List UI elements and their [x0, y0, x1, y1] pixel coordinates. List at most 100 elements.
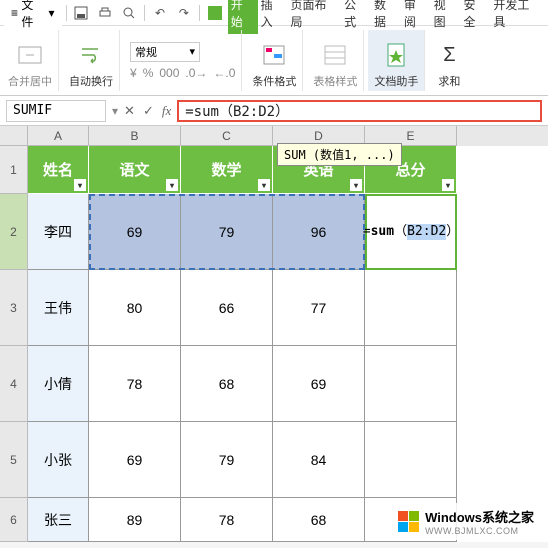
- tab-insert[interactable]: 插入: [258, 0, 288, 34]
- tab-developer[interactable]: 开发工具: [490, 0, 544, 34]
- undo-icon[interactable]: ↶: [149, 3, 171, 23]
- function-tooltip: SUM (数值1, ...): [277, 143, 402, 166]
- filter-icon[interactable]: ▾: [74, 179, 86, 191]
- col-header-B[interactable]: B: [89, 126, 181, 146]
- tab-data[interactable]: 数据: [371, 0, 401, 34]
- wps-logo-icon: [204, 3, 226, 23]
- cell-D6[interactable]: 68: [273, 498, 365, 542]
- cell-C4[interactable]: 68: [181, 346, 273, 422]
- cell-B4[interactable]: 78: [89, 346, 181, 422]
- row-header-5[interactable]: 5: [0, 422, 28, 498]
- ribbon-cond-format[interactable]: 条件格式: [246, 30, 303, 91]
- cancel-icon[interactable]: ✕: [124, 103, 135, 119]
- cell-D5[interactable]: 84: [273, 422, 365, 498]
- number-format-select[interactable]: 常规▾: [130, 42, 200, 62]
- header-cell-math[interactable]: 数学▾: [181, 146, 273, 194]
- hamburger-icon: ≡: [11, 6, 18, 20]
- tab-page-layout[interactable]: 页面布局: [287, 0, 341, 34]
- cell-C6[interactable]: 78: [181, 498, 273, 542]
- cell-name[interactable]: 小张: [28, 422, 89, 498]
- separator: [144, 5, 145, 21]
- app-menu-button[interactable]: ≡ 文件 ▾: [4, 0, 62, 33]
- cell-name[interactable]: 王伟: [28, 270, 89, 346]
- ribbon-merge-center[interactable]: 合并居中: [2, 30, 59, 91]
- row-header-2[interactable]: 2: [0, 194, 28, 270]
- save-icon[interactable]: [71, 3, 93, 23]
- cell-E2-editing[interactable]: =sum（B2:D2）: [365, 194, 457, 270]
- tab-view[interactable]: 视图: [431, 0, 461, 34]
- confirm-icon[interactable]: ✓: [143, 103, 154, 119]
- ribbon-table-style[interactable]: 表格样式: [307, 30, 364, 91]
- comma-icon[interactable]: 000: [159, 66, 179, 80]
- table-row: 4 小倩 78 68 69: [0, 346, 548, 422]
- menubar: ≡ 文件 ▾ ↶ ↷ 开始 插入 页面布局 公式 数据 审阅 视图 安全 开发工…: [0, 0, 548, 26]
- cell-E3[interactable]: [365, 270, 457, 346]
- cell-B2[interactable]: 69: [89, 194, 181, 270]
- tab-formulas[interactable]: 公式: [341, 0, 371, 34]
- table-row: 2 李四 69 79 96 =sum（B2:D2）: [0, 194, 548, 270]
- filter-icon[interactable]: ▾: [350, 179, 362, 191]
- redo-icon[interactable]: ↷: [173, 3, 195, 23]
- windows-logo-icon: [398, 511, 419, 532]
- name-box[interactable]: SUMIF: [6, 100, 106, 122]
- increase-decimal-icon[interactable]: .0→: [185, 66, 207, 80]
- cell-C2[interactable]: 79: [181, 194, 273, 270]
- col-header-C[interactable]: C: [181, 126, 273, 146]
- print-preview-icon[interactable]: [118, 3, 140, 23]
- tab-review[interactable]: 审阅: [401, 0, 431, 34]
- filter-icon[interactable]: ▾: [442, 179, 454, 191]
- cell-C3[interactable]: 66: [181, 270, 273, 346]
- decrease-decimal-icon[interactable]: ←.0: [213, 66, 235, 80]
- ribbon-sum[interactable]: Σ 求和: [429, 30, 469, 91]
- cell-name[interactable]: 小倩: [28, 346, 89, 422]
- header-cell-chinese[interactable]: 语文▾: [89, 146, 181, 194]
- cell-D3[interactable]: 77: [273, 270, 365, 346]
- watermark: Windows系统之家 WWW.BJMLXC.COM: [390, 503, 542, 540]
- col-header-A[interactable]: A: [28, 126, 89, 146]
- filter-icon[interactable]: ▾: [258, 179, 270, 191]
- table-row: 5 小张 69 79 84: [0, 422, 548, 498]
- currency-icon[interactable]: ¥: [130, 66, 137, 80]
- table-header-row: 1 姓名▾ 语文▾ 数学▾ 英语▾ 总分▾: [0, 146, 548, 194]
- row-header-1[interactable]: 1: [0, 146, 28, 194]
- chevron-down-icon: ▾: [48, 6, 54, 20]
- cell-C5[interactable]: 79: [181, 422, 273, 498]
- select-all-corner[interactable]: [0, 126, 28, 146]
- tab-security[interactable]: 安全: [461, 0, 491, 34]
- filter-icon[interactable]: ▾: [166, 179, 178, 191]
- cell-D4[interactable]: 69: [273, 346, 365, 422]
- fx-icon[interactable]: fx: [162, 103, 171, 119]
- cell-B5[interactable]: 69: [89, 422, 181, 498]
- row-header-4[interactable]: 4: [0, 346, 28, 422]
- cell-name[interactable]: 张三: [28, 498, 89, 542]
- spreadsheet-grid[interactable]: A B C D E 1 姓名▾ 语文▾ 数学▾ 英语▾ 总分▾ 2 李四 69 …: [0, 126, 548, 542]
- sum-icon: Σ: [435, 41, 463, 69]
- header-cell-name[interactable]: 姓名▾: [28, 146, 89, 194]
- cell-name[interactable]: 李四: [28, 194, 89, 270]
- name-box-dropdown-icon[interactable]: ▾: [112, 104, 118, 118]
- ribbon-number-format: 常规▾ ¥ % 000 .0→ ←.0: [124, 30, 242, 91]
- cell-B3[interactable]: 80: [89, 270, 181, 346]
- ribbon-doc-helper[interactable]: 文档助手: [368, 30, 425, 91]
- ribbon-auto-wrap[interactable]: 自动换行: [63, 30, 120, 91]
- tab-start[interactable]: 开始: [228, 0, 258, 34]
- ribbon-tabs: 开始 插入 页面布局 公式 数据 审阅 视图 安全 开发工具: [228, 0, 544, 34]
- print-icon[interactable]: [94, 3, 116, 23]
- doc-helper-icon: [382, 41, 410, 69]
- separator: [199, 5, 200, 21]
- cell-E5[interactable]: [365, 422, 457, 498]
- row-header-3[interactable]: 3: [0, 270, 28, 346]
- formula-bar: SUMIF ▾ ✕ ✓ fx =sum（B2:D2）: [0, 96, 548, 126]
- cell-D2[interactable]: 96: [273, 194, 365, 270]
- row-header-6[interactable]: 6: [0, 498, 28, 542]
- separator: [66, 5, 67, 21]
- table-row: 3 王伟 80 66 77: [0, 270, 548, 346]
- ribbon: 合并居中 自动换行 常规▾ ¥ % 000 .0→ ←.0 条件格式 表格样式 …: [0, 26, 548, 96]
- percent-icon[interactable]: %: [143, 66, 154, 80]
- column-headers: A B C D E: [0, 126, 548, 146]
- table-style-icon: [321, 41, 349, 69]
- formula-input[interactable]: =sum（B2:D2）: [177, 100, 542, 122]
- cell-E4[interactable]: [365, 346, 457, 422]
- chevron-down-icon: ▾: [189, 45, 195, 58]
- cell-B6[interactable]: 89: [89, 498, 181, 542]
